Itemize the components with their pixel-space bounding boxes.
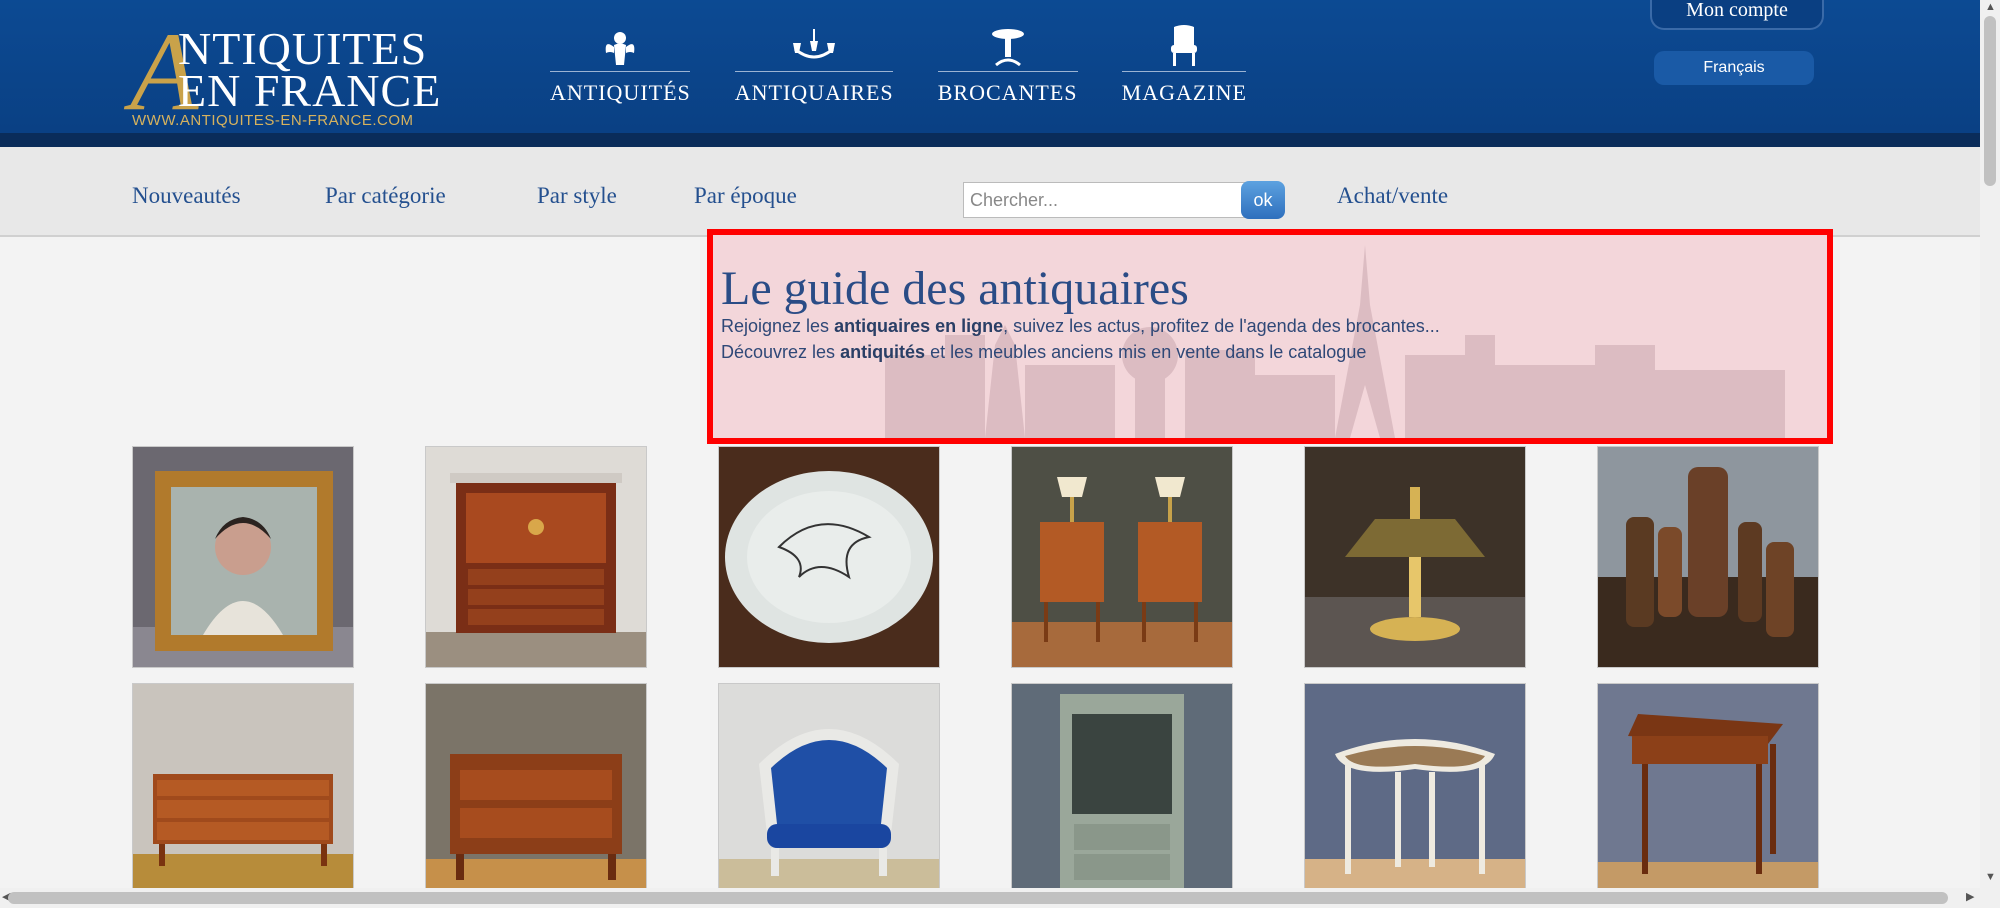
product-tile-side-table[interactable] (1597, 683, 1819, 905)
product-tile-walnut-commode[interactable] (425, 683, 647, 905)
horizontal-scroll-thumb[interactable] (8, 892, 1948, 904)
logo-line-2: EN FRANCE (178, 65, 442, 116)
armchair-icon (1121, 22, 1246, 72)
main-nav-magazine[interactable]: MAGAZINE (1121, 22, 1247, 106)
hero-intro-line-1: Rejoignez les antiquaires en ligne, suiv… (721, 316, 1440, 336)
main-nav-label: ANTIQUAIRES (734, 80, 894, 105)
language-selector[interactable]: Français (1654, 51, 1814, 85)
product-tile-ceramic-plate[interactable] (718, 446, 940, 668)
pedestal-table-icon (937, 22, 1078, 72)
main-nav-antiquites[interactable]: ANTIQUITÉS (550, 22, 691, 106)
product-tile-cane-table[interactable] (1304, 683, 1526, 905)
horizontal-scrollbar[interactable]: ◀ ▶ (0, 888, 2000, 908)
product-tile-blue-bergere[interactable] (718, 683, 940, 905)
main-nav-label: ANTIQUITÉS (550, 80, 691, 105)
hero-intro-line-2: Découvrez les antiquités et les meubles … (721, 342, 1367, 362)
subnav-par-categorie[interactable]: Par catégorie (325, 183, 446, 209)
chandelier-icon (734, 22, 893, 72)
site-header: A NTIQUITES EN FRANCE WWW.ANTIQUITES-EN-… (0, 0, 1980, 147)
cherub-icon (550, 22, 690, 72)
antiquites-link[interactable]: antiquités (840, 342, 925, 362)
scroll-up-icon[interactable]: ▲ (1985, 2, 1996, 13)
subnav-achat-vente[interactable]: Achat/vente (1337, 183, 1448, 209)
main-nav-label: BROCANTES (937, 80, 1078, 105)
hero-banner: Le guide des antiquaires Rejoignez les a… (707, 229, 1833, 444)
subnav-nouveautes[interactable]: Nouveautés (132, 183, 241, 209)
search-button[interactable]: ok (1241, 181, 1285, 219)
product-tile-portrait-painting[interactable] (132, 446, 354, 668)
subnav-par-style[interactable]: Par style (537, 183, 617, 209)
vertical-scrollbar[interactable]: ▲ ▼ (1980, 0, 2000, 888)
subnav-par-epoque[interactable]: Par époque (694, 183, 797, 209)
site-logo[interactable]: A NTIQUITES EN FRANCE WWW.ANTIQUITES-EN-… (130, 16, 460, 132)
antiquaires-link[interactable]: antiquaires en ligne (834, 316, 1003, 336)
scroll-down-icon[interactable]: ▼ (1985, 872, 1996, 883)
search-input[interactable] (963, 182, 1247, 218)
main-nav-antiquaires[interactable]: ANTIQUAIRES (734, 22, 894, 106)
main-nav-label: MAGAZINE (1121, 80, 1247, 105)
scroll-right-icon[interactable]: ▶ (1966, 892, 1974, 903)
account-button[interactable]: Mon compte (1650, 0, 1824, 30)
secondary-nav: Nouveautés Par catégorie Par style Par é… (0, 147, 1980, 237)
product-tile-secretary-desk[interactable] (425, 446, 647, 668)
product-tile-chest-of-drawers[interactable] (132, 683, 354, 905)
product-tile-glass-cabinet[interactable] (1011, 683, 1233, 905)
main-nav: ANTIQUITÉS ANTIQUAIRES BROCANTES MAGAZIN… (550, 22, 1247, 106)
product-tile-bouillotte-lamp[interactable] (1304, 446, 1526, 668)
main-nav-brocantes[interactable]: BROCANTES (937, 22, 1078, 106)
product-tile-ceramic-vases[interactable] (1597, 446, 1819, 668)
product-tile-nightstands-pair[interactable] (1011, 446, 1233, 668)
logo-url: WWW.ANTIQUITES-EN-FRANCE.COM (132, 112, 414, 129)
vertical-scroll-thumb[interactable] (1984, 16, 1996, 186)
hero-title: Le guide des antiquaires (721, 262, 1189, 315)
